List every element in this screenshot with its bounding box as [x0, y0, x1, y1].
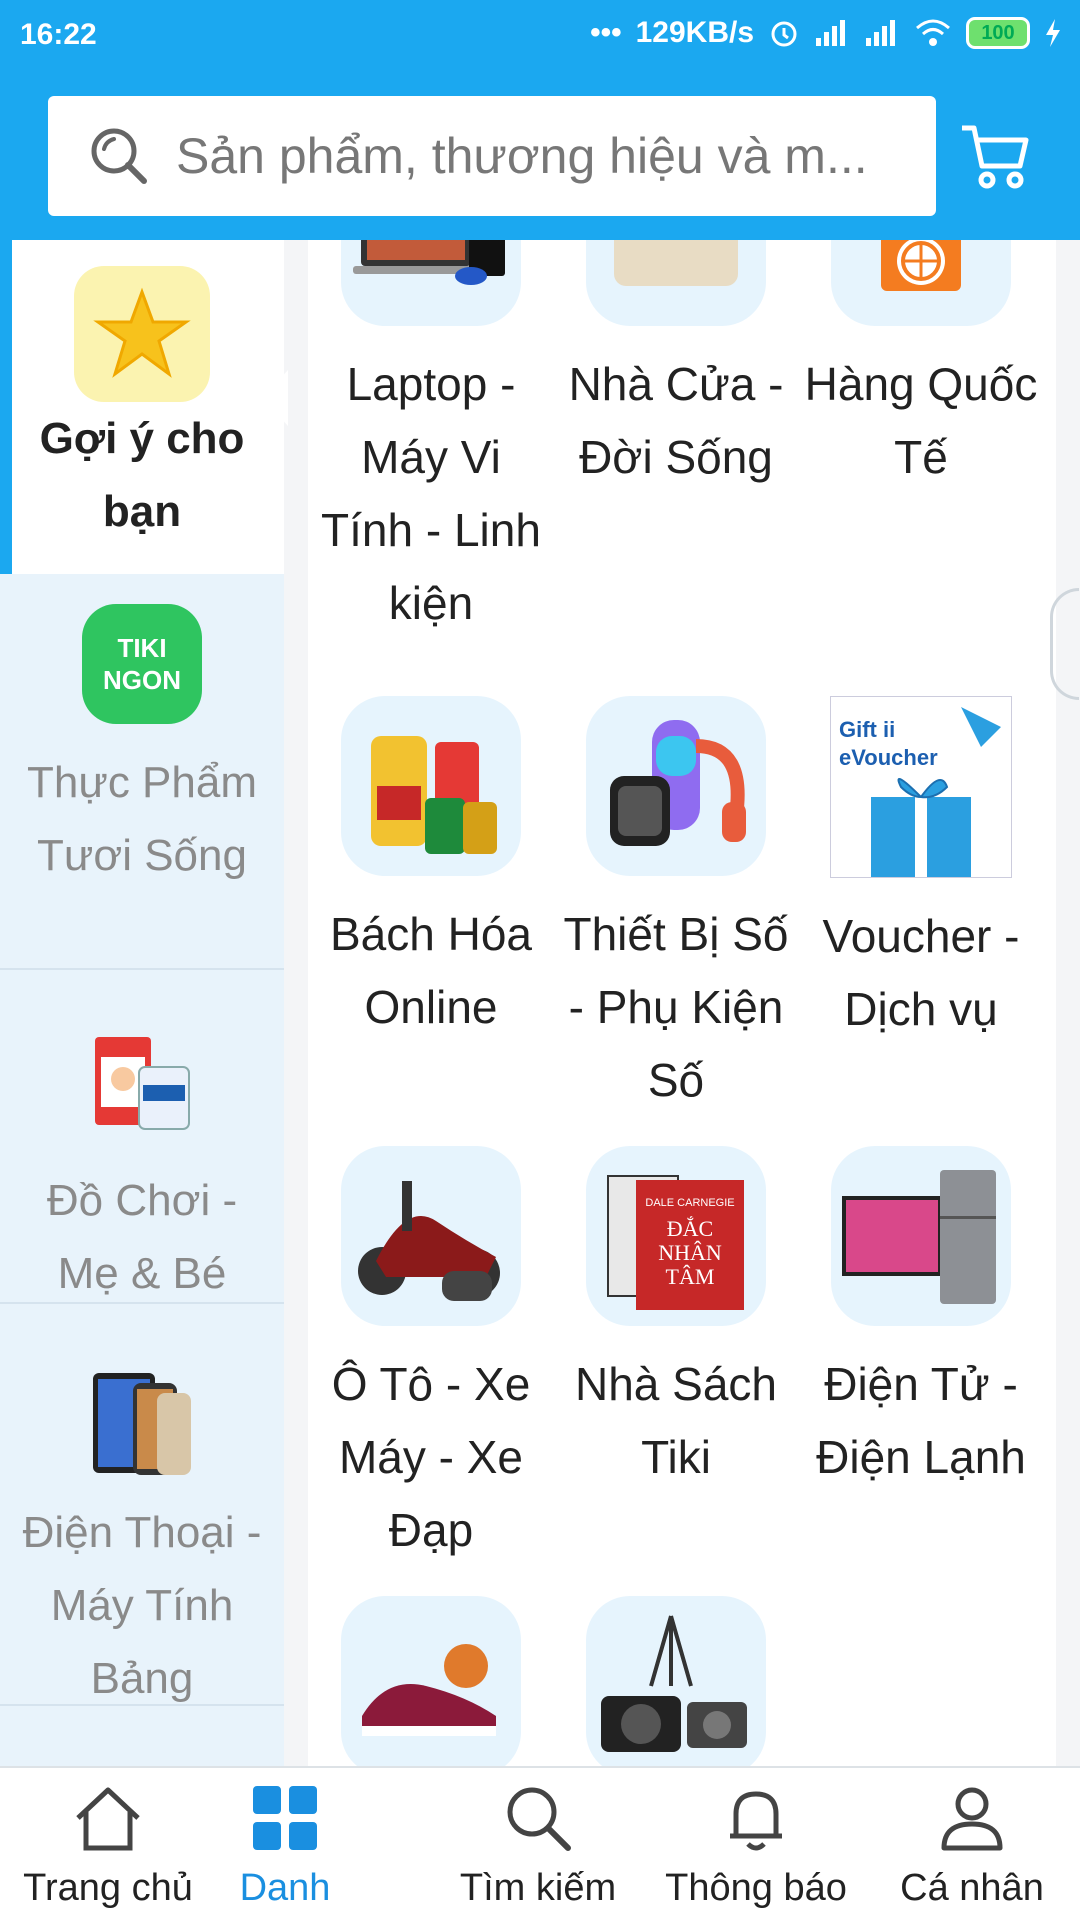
category-may-anh[interactable] — [556, 1596, 796, 1766]
status-time: 16:22 — [20, 18, 97, 51]
tv-fridge-image — [831, 1146, 1011, 1326]
star-icon — [74, 266, 210, 402]
active-pointer — [262, 370, 288, 426]
category-voucher[interactable]: Gift ii eVoucher Voucher - Dịch vụ — [801, 696, 1041, 1046]
category-the-thao[interactable] — [311, 1596, 551, 1766]
charging-icon — [1046, 19, 1060, 47]
category-name: Điện Tử - Điện Lạnh — [816, 1358, 1026, 1483]
category-bach-hoa[interactable]: Bách Hóa Online — [311, 696, 551, 1044]
svg-text:ĐẮC: ĐẮC — [667, 1216, 713, 1241]
sidebar-item-label: Đồ Chơi - Mẹ & Bé — [46, 1176, 238, 1298]
category-name: Laptop - Máy Vi Tính - Linh kiện — [321, 358, 541, 629]
camera-image — [586, 1596, 766, 1766]
category-grid: Laptop - Máy Vi Tính - Linh kiện Nhà Cửa… — [308, 240, 1056, 1766]
category-name: Thiết Bị Số - Phụ Kiện Số — [563, 908, 789, 1106]
search-bar[interactable]: Sản phẩm, thương hiệu và m... — [48, 96, 936, 216]
more-dots-icon: ••• — [590, 16, 622, 49]
user-icon — [941, 1787, 1003, 1851]
category-laptop[interactable]: Laptop - Máy Vi Tính - Linh kiện — [311, 240, 551, 640]
nav-home[interactable]: Trang chủ — [14, 1780, 202, 1910]
category-hang-quoc-te[interactable]: Hàng Quốc Tế — [801, 240, 1041, 494]
search-icon — [91, 128, 147, 184]
svg-text:TÂM: TÂM — [666, 1264, 715, 1289]
svg-text:Gift ii: Gift ii — [839, 717, 895, 742]
svg-text:NHÂN: NHÂN — [658, 1240, 722, 1265]
grocery-image — [341, 696, 521, 876]
svg-text:eVoucher: eVoucher — [839, 745, 938, 770]
svg-text:DALE CARNEGIE: DALE CARNEGIE — [645, 1197, 734, 1209]
nav-profile[interactable]: Cá nhân — [882, 1780, 1062, 1910]
nav-search[interactable]: Tìm kiếm — [446, 1780, 630, 1910]
battery-indicator: 100 — [966, 17, 1030, 49]
status-icons: ••• 129KB/s 100 — [590, 16, 1062, 50]
category-name: Bách Hóa Online — [329, 908, 532, 1033]
scroll-indicator[interactable] — [1050, 588, 1079, 700]
search-icon — [507, 1787, 571, 1851]
top-bar: 16:22 ••• 129KB/s 100 Sản phẩm, thương h… — [0, 0, 1080, 240]
category-o-to[interactable]: Ô Tô - Xe Máy - Xe Đạp — [311, 1146, 551, 1567]
nav-categories[interactable]: Danh — [226, 1780, 344, 1910]
category-name: Voucher - Dịch vụ — [822, 910, 1020, 1035]
sidebar-item-goi-y[interactable]: Gợi ý cho bạn — [0, 240, 284, 574]
category-thiet-bi-so[interactable]: Thiết Bị Số - Phụ Kiện Số — [556, 696, 796, 1117]
active-indicator — [0, 240, 12, 574]
home-icon — [76, 1787, 140, 1851]
laptop-image — [341, 240, 521, 326]
search-placeholder: Sản phẩm, thương hiệu và m... — [176, 128, 868, 184]
book-image: DALE CARNEGIE ĐẮC NHÂN TÂM — [586, 1146, 766, 1326]
status-bar: 16:22 ••• 129KB/s 100 — [0, 0, 1080, 72]
sidebar-item-do-choi[interactable]: Đồ Chơi - Mẹ & Bé — [0, 968, 284, 1304]
digital-devices-image — [586, 696, 766, 876]
wifi-icon — [916, 19, 950, 46]
category-name: Ô Tô - Xe Máy - Xe Đạp — [331, 1358, 531, 1556]
sidebar-item-thuc-pham[interactable]: TIKI NGON Thực Phẩm Tươi Sống — [0, 574, 284, 970]
bottom-navigation: Trang chủ Danh Tìm kiếm Thông báo Cá nhâ… — [0, 1766, 1080, 1922]
category-name: Hàng Quốc Tế — [804, 358, 1038, 483]
signal-icon — [816, 20, 845, 46]
category-dien-tu[interactable]: Điện Tử - Điện Lạnh — [801, 1146, 1041, 1494]
sidebar-item-label: Thực Phẩm Tươi Sống — [27, 758, 257, 880]
grid-icon — [253, 1786, 317, 1850]
cooking-pot-image — [586, 240, 766, 326]
gift-voucher-image: Gift ii eVoucher — [830, 696, 1012, 878]
category-nha-cua[interactable]: Nhà Cửa - Đời Sống — [556, 240, 796, 494]
category-sidebar[interactable]: Gợi ý cho bạn TIKI NGON Thực Phẩm Tươi S… — [0, 240, 284, 1766]
signal-icon-2 — [866, 20, 895, 46]
network-speed: 129KB/s — [635, 16, 754, 49]
sidebar-item-label: Gợi ý cho bạn — [39, 414, 245, 536]
alarm-icon — [771, 21, 797, 47]
bell-icon — [730, 1791, 782, 1851]
international-bag-image — [831, 240, 1011, 326]
category-nha-sach[interactable]: DALE CARNEGIE ĐẮC NHÂN TÂM Nhà Sách Tiki — [556, 1146, 796, 1494]
baby-products-image — [78, 1018, 206, 1146]
cart-icon[interactable] — [958, 118, 1034, 194]
tiki-ngon-logo: TIKI NGON — [82, 604, 202, 724]
motorbike-image — [341, 1146, 521, 1326]
sidebar-item-label: Điện Thoại - Máy Tính Bảng — [22, 1508, 262, 1703]
nav-notifications[interactable]: Thông báo — [652, 1780, 860, 1910]
category-name: Nhà Cửa - Đời Sống — [568, 358, 784, 483]
category-name: Nhà Sách Tiki — [574, 1358, 777, 1483]
phones-tablets-image — [78, 1360, 206, 1488]
sidebar-item-dien-thoai[interactable]: Điện Thoại - Máy Tính Bảng — [0, 1302, 284, 1706]
sneakers-image — [341, 1596, 521, 1766]
